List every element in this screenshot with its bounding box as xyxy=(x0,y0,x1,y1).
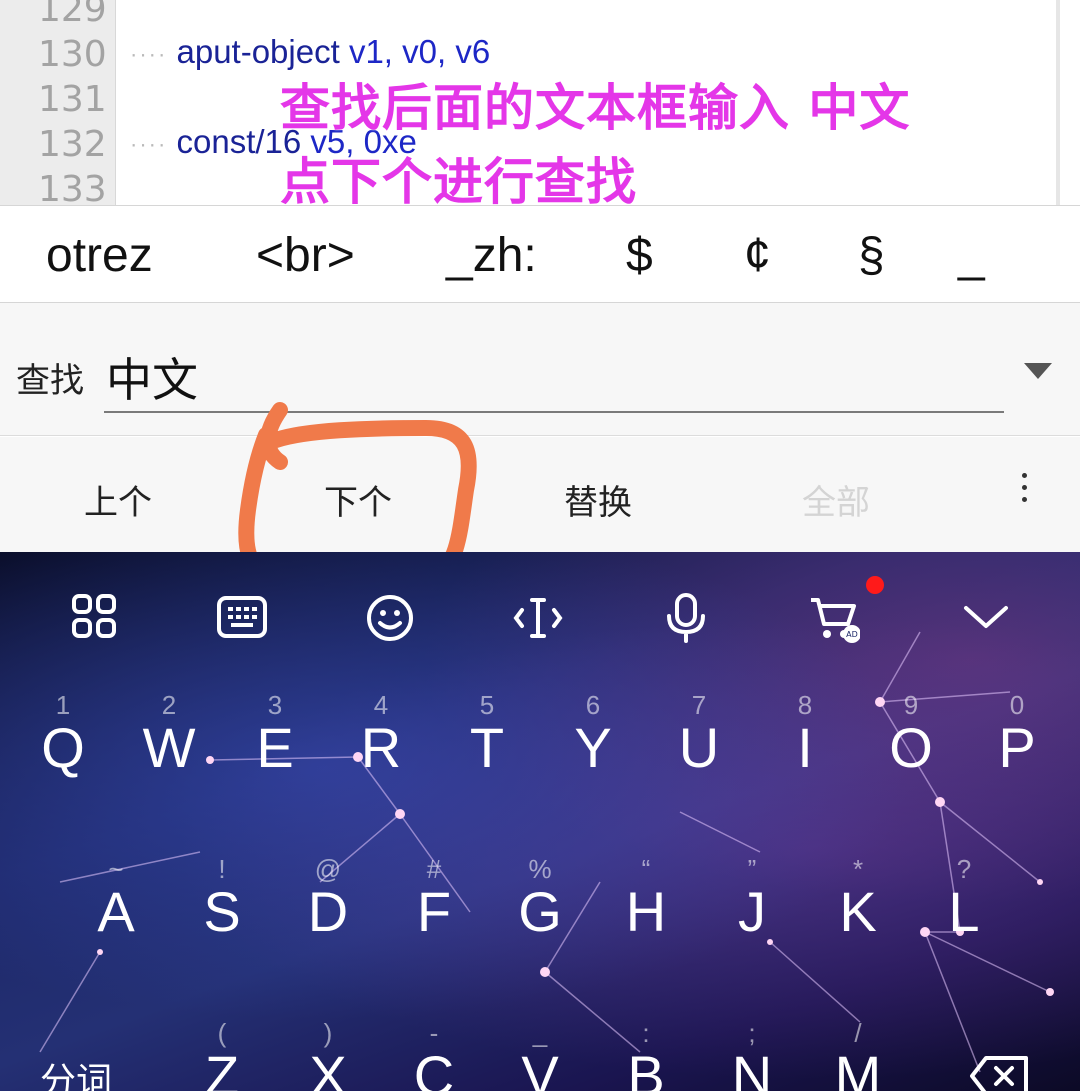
key-letter: C xyxy=(413,1044,455,1091)
symbol-key[interactable]: otrez xyxy=(46,228,153,283)
key-letter: T xyxy=(469,716,505,779)
find-input[interactable] xyxy=(104,343,1004,413)
key-v[interactable]: _ V xyxy=(490,1018,590,1091)
find-label: 查找 xyxy=(16,361,84,401)
previous-button[interactable]: 上个 xyxy=(48,475,188,524)
editor-scrollbar[interactable] xyxy=(1056,0,1060,205)
segment-key[interactable]: 分词 xyxy=(40,1052,112,1091)
key-letter: L xyxy=(948,880,980,943)
microphone-icon[interactable] xyxy=(660,592,712,644)
line-number: 129 xyxy=(38,0,107,30)
key-l[interactable]: ? L xyxy=(914,854,1014,974)
key-s[interactable]: ! S xyxy=(172,854,272,974)
key-r[interactable]: 4R xyxy=(331,690,431,810)
key-letter: R xyxy=(360,716,402,779)
key-n[interactable]: ; N xyxy=(702,1018,802,1091)
code-line[interactable]: ···· aput-object v1, v0, v6 xyxy=(130,30,490,76)
key-letter: S xyxy=(203,880,241,943)
key-letter: F xyxy=(416,880,452,943)
key-k[interactable]: * K xyxy=(808,854,908,974)
key-t[interactable]: 5T xyxy=(437,690,537,810)
line-number: 130 xyxy=(38,34,107,75)
key-letter: G xyxy=(518,880,562,943)
key-p[interactable]: 0P xyxy=(967,690,1067,810)
replace-all-button[interactable]: 全部 xyxy=(766,475,906,524)
key-letter: Y xyxy=(574,716,612,779)
key-letter: H xyxy=(625,880,667,943)
key-d[interactable]: @ D xyxy=(278,854,378,974)
line-number: 132 xyxy=(38,124,107,165)
symbol-key[interactable]: _zh: xyxy=(446,228,537,283)
key-q[interactable]: 1Q xyxy=(13,690,113,810)
cart-ad-icon[interactable]: AD xyxy=(808,592,860,644)
soft-keyboard: AD 1Q2W3E4R5T6Y7U8I9O0P ~ A! S @ D # F% G “H” J * K… xyxy=(0,552,1080,1091)
cursor-icon[interactable] xyxy=(512,592,564,644)
find-bar: 查找 xyxy=(0,303,1080,436)
collapse-chevron-icon[interactable] xyxy=(960,592,1012,644)
key-letter: M xyxy=(834,1044,882,1091)
key-letter: N xyxy=(731,1044,773,1091)
line-number: 133 xyxy=(38,169,107,205)
symbol-key[interactable]: § xyxy=(858,228,885,283)
key-letter: B xyxy=(627,1044,665,1091)
replace-button[interactable]: 替换 xyxy=(528,475,668,524)
key-w[interactable]: 2W xyxy=(119,690,219,810)
line-number: 131 xyxy=(38,79,107,120)
key-letter: U xyxy=(678,716,720,779)
annotation-text-line-2: 点下个进行查找 xyxy=(280,153,637,205)
code-editor[interactable]: 129 130 131 132 133 ···· aput-object v1,… xyxy=(0,0,1080,205)
keyboard-icon[interactable] xyxy=(216,592,268,644)
symbol-key[interactable]: $ xyxy=(626,228,653,283)
key-letter: P xyxy=(998,716,1036,779)
key-o[interactable]: 9O xyxy=(861,690,961,810)
annotation-text-line-1: 查找后面的文本框输入 中文 xyxy=(280,79,911,137)
key-y[interactable]: 6Y xyxy=(543,690,643,810)
operands: v1, v0, v6 xyxy=(348,33,491,70)
symbol-key[interactable]: _ xyxy=(958,228,985,283)
backspace-icon[interactable] xyxy=(968,1052,1032,1091)
key-e[interactable]: 3E xyxy=(225,690,325,810)
symbol-key[interactable]: <br> xyxy=(256,228,355,283)
find-actions: 上个 下个 替换 全部 xyxy=(0,437,1080,552)
key-letter: V xyxy=(521,1044,559,1091)
key-letter: D xyxy=(307,880,349,943)
key-u[interactable]: 7U xyxy=(649,690,749,810)
key-i[interactable]: 8I xyxy=(755,690,855,810)
key-f[interactable]: # F xyxy=(384,854,484,974)
key-m[interactable]: / M xyxy=(808,1018,908,1091)
notification-dot xyxy=(866,576,884,594)
apps-grid-icon[interactable] xyxy=(70,592,122,644)
key-a[interactable]: ~ A xyxy=(66,854,166,974)
key-g[interactable]: % G xyxy=(490,854,590,974)
emoji-icon[interactable] xyxy=(364,592,416,644)
key-letter: Z xyxy=(204,1044,240,1091)
key-c[interactable]: -C xyxy=(384,1018,484,1091)
key-x[interactable]: ) X xyxy=(278,1018,378,1091)
key-letter: I xyxy=(797,716,813,779)
key-letter: W xyxy=(142,716,196,779)
history-dropdown-icon[interactable] xyxy=(1024,363,1052,379)
key-j[interactable]: ” J xyxy=(702,854,802,974)
indent-marker: ···· xyxy=(130,41,168,67)
symbol-key[interactable]: ¢ xyxy=(744,228,771,283)
symbol-suggestion-bar: otrez <br> _zh: $ ¢ § _ xyxy=(0,205,1080,303)
key-letter: J xyxy=(738,880,766,943)
key-letter: X xyxy=(309,1044,347,1091)
key-b[interactable]: :B xyxy=(596,1018,696,1091)
key-letter: O xyxy=(889,716,933,779)
key-h[interactable]: “H xyxy=(596,854,696,974)
svg-text:AD: AD xyxy=(846,630,858,639)
opcode: aput-object xyxy=(176,33,340,70)
key-letter: E xyxy=(256,716,294,779)
indent-marker: ···· xyxy=(130,131,168,157)
more-options-icon[interactable] xyxy=(1020,473,1028,513)
key-letter: K xyxy=(839,880,877,943)
next-button[interactable]: 下个 xyxy=(288,475,428,524)
line-number-gutter: 129 130 131 132 133 xyxy=(0,0,116,205)
key-letter: A xyxy=(97,880,135,943)
key-letter: Q xyxy=(41,716,85,779)
key-z[interactable]: (Z xyxy=(172,1018,272,1091)
